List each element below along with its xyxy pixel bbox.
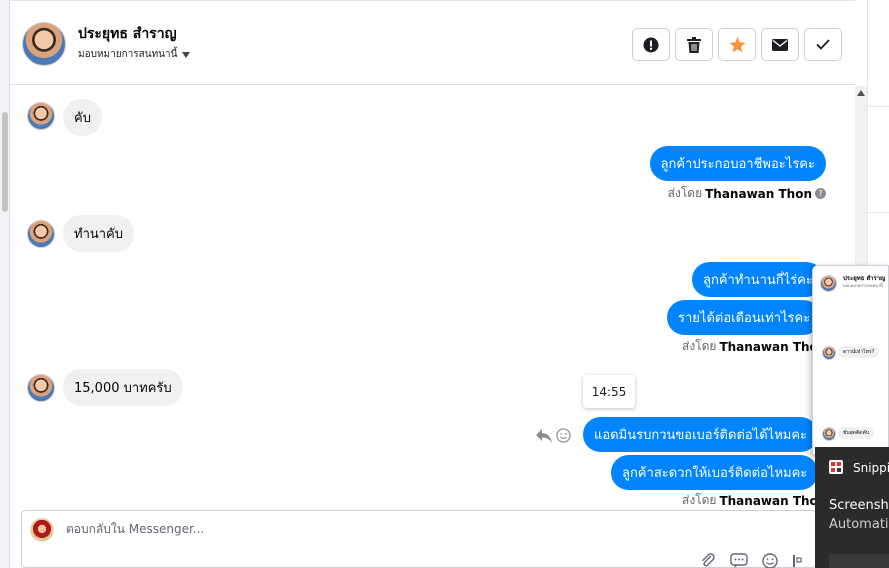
timestamp-tooltip: 14:55 <box>583 375 635 408</box>
emoji-icon[interactable] <box>762 553 778 568</box>
left-panel-edge <box>0 0 10 568</box>
delete-button[interactable] <box>675 28 713 61</box>
popup-sender-avatar <box>822 346 836 360</box>
star-button[interactable] <box>718 28 756 61</box>
outgoing-message[interactable]: แอดมินรบกวนขอเบอร์ติดต่อได้ไหมคะ <box>583 417 819 452</box>
notification-description: Automatically saved <box>829 517 889 532</box>
popup-avatar <box>820 275 837 292</box>
sent-by-label: ส่งโดย Thanawan Thon <box>682 337 826 356</box>
sender-avatar[interactable] <box>27 374 55 402</box>
snipping-tool-icon <box>829 460 843 474</box>
contact-name[interactable]: ประยุทธ สำราญ <box>78 23 177 45</box>
header-actions <box>632 28 842 61</box>
sender-agent-name[interactable]: Thanawan Thon <box>705 187 812 201</box>
divider <box>868 212 889 213</box>
trash-icon <box>687 36 701 53</box>
envelope-icon <box>772 38 788 51</box>
popup-message: ขับสุดคิดคับ <box>838 427 875 439</box>
sent-by-label: ส่งโดย Thanawan Thon <box>682 491 826 510</box>
composer-tools <box>700 553 802 568</box>
popup-message: ดาวน์เท่าไหร่? <box>838 346 880 358</box>
snipping-tool-notification[interactable]: Snipping Tool Screenshot copied Automati… <box>815 447 889 568</box>
assign-label: มอบหมายการสนทนานี้ <box>78 49 178 60</box>
notification-app-name: Snipping Tool <box>853 461 889 475</box>
assign-conversation-dropdown[interactable]: มอบหมายการสนทนานี้ <box>78 47 191 62</box>
message-hover-tools <box>536 428 571 443</box>
sender-agent-name[interactable]: Thanawan Thon <box>719 494 826 508</box>
sent-by-label: ส่งโดย Thanawan Thon ? <box>668 184 826 203</box>
scroll-up-arrow-icon[interactable] <box>857 90 865 96</box>
reply-composer <box>21 510 816 568</box>
notification-action-button[interactable] <box>829 554 889 568</box>
caret-down-icon <box>182 51 191 58</box>
contact-avatar[interactable] <box>22 22 66 66</box>
react-emoji-icon[interactable] <box>556 428 571 443</box>
outgoing-message[interactable]: ลูกค้าสะดวกให้เบอร์ติดต่อไหมคะ <box>611 455 819 490</box>
left-scrollbar-thumb[interactable] <box>2 112 8 212</box>
outgoing-message[interactable]: รายได้ต่อเดือนเท่าไรคะ <box>667 300 822 335</box>
notification-title: Screenshot copied <box>829 498 889 513</box>
message-thread[interactable]: คับ ลูกค้าประกอบอาชีพอะไรคะ ส่งโดย Thana… <box>10 86 855 510</box>
incoming-message[interactable]: 15,000 บาทครับ <box>63 369 183 406</box>
incoming-message[interactable]: ทำนาคับ <box>63 215 135 252</box>
page-avatar <box>30 518 54 542</box>
star-icon <box>729 36 745 52</box>
attachment-icon[interactable] <box>700 553 716 568</box>
sender-avatar[interactable] <box>27 102 55 130</box>
sender-agent-name[interactable]: Thanawan Thon <box>719 340 826 354</box>
mark-unread-button[interactable] <box>761 28 799 61</box>
done-button[interactable] <box>804 28 842 61</box>
outgoing-message[interactable]: ลูกค้าทำนานกี่ไร่คะ <box>692 262 824 297</box>
inbox-window: ประยุทธ สำราญ มอบหมายการสนทนานี้ คับ ลูก… <box>0 0 889 568</box>
saved-replies-icon[interactable] <box>730 553 748 568</box>
divider <box>868 106 889 107</box>
sent-by-prefix: ส่งโดย <box>682 493 717 507</box>
popup-assign-label: มอบหมายการสนทนานี้ <box>843 283 883 288</box>
outgoing-message[interactable]: ลูกค้าประกอบอาชีพอะไรคะ <box>649 146 826 181</box>
conversation-header: ประยุทธ สำราญ มอบหมายการสนทนานี้ <box>10 0 855 85</box>
reply-icon[interactable] <box>536 428 552 443</box>
incoming-message[interactable]: คับ <box>63 99 102 136</box>
popup-sender-avatar <box>822 427 836 441</box>
sent-by-prefix: ส่งโดย <box>667 186 703 200</box>
exclamation-icon <box>643 37 659 52</box>
sent-by-prefix: ส่งโดย <box>682 339 717 353</box>
sender-avatar[interactable] <box>27 220 55 248</box>
report-button[interactable] <box>632 28 670 61</box>
more-options-icon[interactable] <box>792 553 802 568</box>
reply-input[interactable] <box>66 522 666 536</box>
checkmark-icon <box>816 39 830 50</box>
help-icon[interactable]: ? <box>815 188 826 199</box>
chat-preview-popup[interactable]: ประยุทธ สำราญ มอบหมายการสนทนานี้ ดาวน์เท… <box>812 265 889 455</box>
